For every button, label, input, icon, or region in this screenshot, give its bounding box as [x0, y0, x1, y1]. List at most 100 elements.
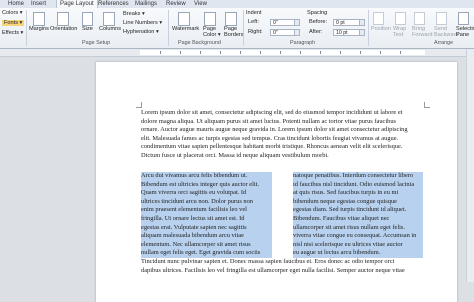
page-borders-icon[interactable]: [225, 12, 237, 26]
hyphenation-button[interactable]: Hyphenation ▾: [123, 29, 159, 35]
watermark-button-label[interactable]: Watermark: [172, 26, 199, 32]
ruler-tick: [300, 51, 301, 54]
ruler-tick: [380, 51, 381, 54]
text-line: aliquam malesuada bibendum arcu vitae: [141, 232, 272, 241]
line-numbers-button[interactable]: Line Numbers ▾: [123, 20, 162, 26]
text-line: egestas erat. Vulputate sapien nec sagit…: [141, 223, 272, 233]
document-page[interactable]: Lorem ipsum dolor sit amet, consectetur …: [96, 62, 457, 302]
position-button-label[interactable]: Position: [371, 26, 391, 32]
bring-forward-icon[interactable]: [414, 12, 425, 25]
theme-colors-button[interactable]: Colors ▾: [2, 10, 23, 16]
margins-button-label[interactable]: Margins: [29, 26, 49, 32]
breaks-button[interactable]: Breaks ▾: [123, 11, 145, 17]
page-setup-group-label: Page Setup: [82, 40, 111, 46]
ruler-tick: [400, 51, 401, 54]
ruler-text-area: [140, 50, 425, 55]
bring-forward-button-label[interactable]: Bring Forward: [412, 26, 433, 38]
ruler-tick: [240, 51, 241, 54]
theme-effects-button[interactable]: Effects ▾: [2, 30, 23, 36]
text-line: ullamcorper sit amet risus nullam eget f…: [293, 223, 423, 233]
tab-review[interactable]: Review: [166, 0, 186, 8]
text-line: Quam viverra orci sagittis eu volutpat. …: [141, 189, 272, 198]
tab-home[interactable]: Home: [8, 0, 24, 8]
theme-fonts-button[interactable]: Fonts ▾: [2, 20, 25, 26]
spacing-header: Spacing: [307, 10, 328, 16]
tab-mailings[interactable]: Mailings: [135, 0, 157, 8]
text-line: egestas diam. Sed turpis tincidunt id al…: [293, 206, 423, 215]
spacing-after-input[interactable]: 10 pt: [333, 29, 365, 36]
page-color-icon[interactable]: [204, 12, 216, 26]
ruler-tick: [260, 51, 261, 54]
indent-left-label: Left:: [248, 19, 259, 25]
text-line: at quis risus. Sed faucibus turpis in eu…: [293, 189, 423, 198]
group-separator: [26, 10, 27, 46]
paragraph-group-label: Paragraph: [290, 40, 316, 46]
margin-corner-mark: [136, 102, 142, 108]
spacing-before-input[interactable]: 0 pt: [333, 19, 365, 26]
text-line: Dictum fusce ut placerat orci. Massa id …: [141, 151, 329, 159]
group-separator: [243, 10, 244, 46]
text-line: nullam eget felis eget. Eget gravida cum…: [141, 249, 272, 258]
tab-insert[interactable]: Insert: [31, 0, 46, 8]
send-backward-button-label[interactable]: Send Backward: [434, 26, 459, 38]
text-line: elementum. Nec ullamcorper sit amet risu…: [141, 240, 272, 250]
indent-right-label: Right:: [248, 29, 263, 35]
ruler-tick: [280, 51, 281, 54]
selection-pane-button-label[interactable]: Selection Pane: [456, 26, 474, 38]
ruler-tick: [320, 51, 321, 54]
paragraph-after-columns[interactable]: Tincidunt nunc pulvinar sapien et. Donec…: [141, 258, 425, 275]
paragraph-1[interactable]: Lorem ipsum dolor sit amet, consectetur …: [141, 109, 425, 161]
text-line: natoque penatibus. Interdum consectetur …: [293, 172, 423, 181]
text-line: Bibendum est ultricies integer quis auct…: [141, 180, 272, 190]
group-separator: [168, 10, 169, 46]
spacing-before-label: Before:: [309, 19, 328, 25]
size-button-label[interactable]: Size: [82, 26, 93, 32]
text-line: elit. Malesuada fames ac turpis egestas …: [141, 134, 399, 142]
text-line: Arcu dui vivamus arcu felis bibendum ut.: [141, 172, 272, 181]
spacing-after-label: After:: [309, 29, 323, 35]
columns-icon[interactable]: [103, 12, 115, 26]
text-line: bibendum neque egestas congue quisque: [293, 197, 423, 207]
ruler-tick: [360, 51, 361, 54]
send-backward-icon[interactable]: [436, 12, 447, 25]
indent-left-input[interactable]: 0": [270, 19, 300, 26]
column-right[interactable]: natoque penatibus. Interdum consectetur …: [293, 172, 423, 258]
indent-right-input[interactable]: 0": [270, 29, 300, 36]
tab-view[interactable]: View: [194, 0, 207, 8]
column-left[interactable]: Arcu dui vivamus arcu felis bibendum ut.…: [141, 172, 272, 258]
text-line: id faucibus nisl tincidunt. Odio euismod…: [293, 180, 423, 190]
tab-references[interactable]: References: [98, 0, 129, 8]
position-icon[interactable]: [373, 12, 384, 25]
wrap-text-button-label[interactable]: Wrap Text: [393, 26, 407, 38]
wrap-text-icon[interactable]: [395, 12, 406, 25]
text-line: eu augue ut lectus arcu bibendum.: [293, 249, 423, 258]
page-color-button-label[interactable]: Page Color ▾: [203, 26, 223, 38]
text-line: fringilla. Ut ornare lectus sit amet est…: [141, 214, 272, 224]
text-line: nisl nisi scelerisque eu ultrices vitae …: [293, 240, 423, 250]
text-line: ultrices tincidunt arcu non. Dolor purus…: [141, 197, 272, 207]
arrange-group-label: Arrange: [434, 40, 454, 46]
page-borders-button-label[interactable]: Page Borders: [224, 26, 244, 38]
text-line: viverra vitae congue eu consequat. Accum…: [293, 232, 423, 241]
text-line: dapibus ultrices. Facilisis leo vel frin…: [141, 266, 405, 274]
selection-pane-icon[interactable]: [458, 12, 469, 25]
ribbon: Colors ▾ Fonts ▾ Effects ▾ Margins Orien…: [0, 8, 474, 49]
text-line: Tincidunt nunc pulvinar sapien et. Donec…: [141, 258, 395, 265]
ruler-tick: [160, 51, 161, 54]
vertical-scrollbar[interactable]: [466, 49, 474, 282]
size-icon[interactable]: [82, 12, 93, 26]
orientation-button-label[interactable]: Orientation: [50, 26, 77, 32]
group-separator: [368, 10, 369, 46]
text-line: enim praesent elementum facilisis leo ve…: [141, 206, 272, 215]
columns-button-label[interactable]: Columns: [99, 26, 121, 32]
watermark-icon[interactable]: [178, 12, 190, 26]
page-background-group-label: Page Background: [178, 40, 221, 46]
horizontal-ruler[interactable]: [0, 49, 474, 57]
orientation-icon[interactable]: [57, 12, 69, 26]
ruler-tick: [200, 51, 201, 54]
ruler-tick: [180, 51, 181, 54]
text-line: Lorem ipsum dolor sit amet, consectetur …: [141, 109, 403, 116]
text-line: condimentum vitae sapien pellentesque ha…: [141, 143, 403, 151]
text-line: dolore magna aliqua. Ut aliquam purus si…: [141, 117, 397, 125]
margins-icon[interactable]: [33, 12, 45, 26]
